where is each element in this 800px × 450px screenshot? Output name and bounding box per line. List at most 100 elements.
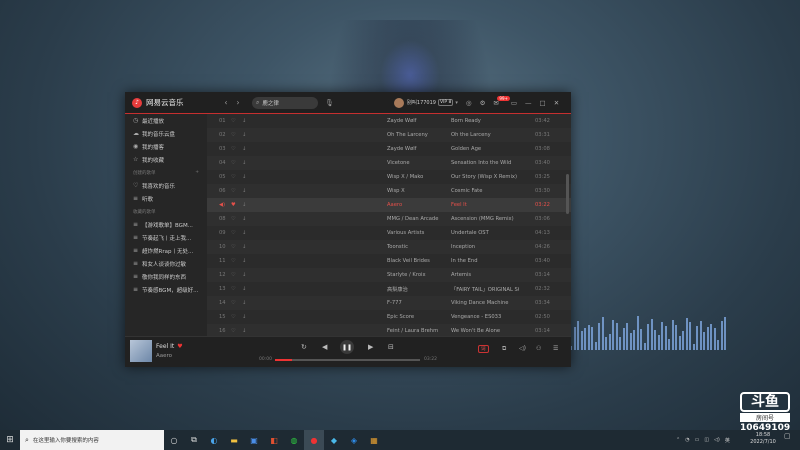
- track-album[interactable]: Artemis: [451, 272, 519, 278]
- back-button[interactable]: ‹: [220, 98, 232, 107]
- mail-icon[interactable]: ✉ 99+: [493, 95, 510, 107]
- edge-icon[interactable]: ◐: [204, 430, 224, 450]
- track-row[interactable]: 14♡↓Dance of The Violins 2SQF-777Viking …: [207, 296, 571, 310]
- track-album[interactable]: Undertale OST: [451, 230, 519, 236]
- track-album[interactable]: Vengeance - ES033: [451, 314, 519, 320]
- wechat-icon[interactable]: ◍: [284, 430, 304, 450]
- battery-icon[interactable]: ▭: [695, 437, 700, 443]
- track-album[interactable]: Born Ready: [451, 118, 519, 124]
- app-icon-teal[interactable]: ◈: [344, 430, 364, 450]
- track-row[interactable]: 10♡↓AspirationSQToonsticInception04:26: [207, 240, 571, 254]
- like-icon[interactable]: ♡: [231, 314, 236, 320]
- like-icon[interactable]: ♡: [231, 118, 236, 124]
- download-icon[interactable]: ↓: [242, 272, 246, 278]
- like-icon[interactable]: ♡: [231, 244, 236, 250]
- skin-icon[interactable]: ◎: [466, 99, 472, 107]
- download-icon[interactable]: ↓: [242, 230, 246, 236]
- like-icon[interactable]: ♡: [231, 328, 236, 334]
- like-icon[interactable]: ♥: [231, 202, 236, 208]
- cortana-icon[interactable]: ○: [164, 430, 184, 450]
- track-row[interactable]: 05 ♡ ↓ Our Story (Wisp X Remix)Wisp X / Mak…: [207, 170, 571, 184]
- track-artist[interactable]: Toonstic: [387, 244, 449, 250]
- track-album[interactable]: Ascension (MMG Remix): [451, 216, 519, 222]
- track-row[interactable]: 13♡↓FAIRY TAIL メインテーマSQ高梨康治「FAIRY TAIL」O…: [207, 282, 571, 296]
- like-icon[interactable]: ♡: [231, 258, 236, 264]
- track-artist[interactable]: Vicetone: [387, 160, 449, 166]
- sidebar-item[interactable]: ◷ 最近播放: [125, 114, 207, 127]
- like-icon[interactable]: ♡: [231, 300, 236, 306]
- track-row[interactable]: 04♡↓TrembleMVVicetoneSensation Into the …: [207, 156, 571, 170]
- maximize-icon[interactable]: □: [540, 99, 546, 107]
- user-name[interactable]: 别叫177019: [407, 99, 436, 106]
- chevron-down-icon[interactable]: ▾: [455, 100, 458, 106]
- download-icon[interactable]: ↓: [242, 202, 246, 208]
- close-icon[interactable]: ✕: [554, 99, 559, 107]
- listen-together-icon[interactable]: ⚇: [536, 345, 541, 352]
- download-icon[interactable]: ↓: [242, 286, 246, 292]
- like-icon[interactable]: ♡: [231, 146, 236, 152]
- album-cover[interactable]: [130, 340, 152, 362]
- netease-music-icon[interactable]: ●: [304, 430, 324, 450]
- track-album[interactable]: Our Story (Wisp X Remix): [451, 174, 519, 180]
- like-icon[interactable]: ♡: [231, 160, 236, 166]
- track-artist[interactable]: Zayde Wølf: [387, 146, 449, 152]
- track-artist[interactable]: Feint / Laura Brehm: [387, 328, 449, 334]
- download-icon[interactable]: ↓: [242, 174, 246, 180]
- previous-icon[interactable]: ◀: [322, 343, 327, 351]
- like-icon[interactable]: ♡: [231, 272, 236, 278]
- app-icon-blue[interactable]: ◆: [324, 430, 344, 450]
- track-artist[interactable]: Starlyte / Kroix: [387, 272, 449, 278]
- sidebar-item[interactable]: ≡ 超炸燃Rrap丨无处...: [125, 244, 207, 257]
- download-icon[interactable]: ↓: [242, 146, 246, 152]
- like-icon[interactable]: ♡: [231, 286, 236, 292]
- add-playlist-icon[interactable]: +: [195, 170, 199, 175]
- track-album[interactable]: Sensation Into the Wild: [451, 160, 519, 166]
- track-artist[interactable]: Wisp X / Mako: [387, 174, 449, 180]
- loop-icon[interactable]: ↻: [301, 343, 307, 351]
- app-icon-orange[interactable]: ▦: [364, 430, 384, 450]
- download-icon[interactable]: ↓: [242, 188, 246, 194]
- input-language[interactable]: 英: [725, 437, 730, 444]
- sound-effect-icon[interactable]: ⧉: [502, 345, 506, 353]
- voice-search-icon[interactable]: 🎙: [325, 99, 334, 107]
- download-icon[interactable]: ↓: [242, 300, 246, 306]
- download-icon[interactable]: ↓: [242, 216, 246, 222]
- avatar[interactable]: [393, 97, 404, 108]
- track-row[interactable]: 01♡↓HeroesSQZayde WølfBorn Ready03:42: [207, 114, 571, 128]
- track-artist[interactable]: MMG / Dean Arcade: [387, 216, 449, 222]
- sidebar-item[interactable]: ≡ 【游戏歌单】BGM...: [125, 218, 207, 231]
- sidebar-item[interactable]: ☁ 我的音乐云盘: [125, 127, 207, 140]
- sidebar-item[interactable]: ☆ 我的收藏: [125, 153, 207, 166]
- download-icon[interactable]: ↓: [242, 258, 246, 264]
- track-artist[interactable]: Epic Score: [387, 314, 449, 320]
- download-icon[interactable]: ↓: [242, 244, 246, 250]
- sidebar-item[interactable]: ♡ 我喜欢的音乐: [125, 179, 207, 192]
- search-input[interactable]: ⌕ 鹿之律: [252, 96, 318, 109]
- track-album[interactable]: Golden Age: [451, 146, 519, 152]
- track-row[interactable]: 15♡↓LiberatorsSQEpic ScoreVengeance - ES…: [207, 310, 571, 324]
- like-icon[interactable]: ♡: [231, 174, 236, 180]
- lyrics-button[interactable]: 词: [478, 345, 489, 353]
- sidebar-item[interactable]: ≡ 和女人谈谈你过敏: [125, 257, 207, 270]
- download-icon[interactable]: ↓: [242, 160, 246, 166]
- track-artist[interactable]: Various Artists: [387, 230, 449, 236]
- track-album[interactable]: In the End: [451, 258, 519, 264]
- track-row[interactable]: 09♡↓Megalovania Dual MixVarious ArtistsU…: [207, 226, 571, 240]
- next-icon[interactable]: ▶: [368, 343, 373, 351]
- sidebar-item[interactable]: ≡ 听歌: [125, 192, 207, 205]
- sidebar-item[interactable]: ≡ 敬你我同样的东西: [125, 270, 207, 283]
- network-icon[interactable]: ◫: [704, 437, 709, 443]
- volume-icon[interactable]: ◁): [519, 345, 526, 352]
- store-icon[interactable]: ▣: [244, 430, 264, 450]
- volume-tray-icon[interactable]: ◁): [714, 437, 720, 443]
- track-album[interactable]: 「FAIRY TAIL」ORIGINAL SO...: [451, 286, 519, 293]
- scrollbar[interactable]: [566, 174, 569, 214]
- track-album[interactable]: Cosmic Fate: [451, 188, 519, 194]
- track-artist[interactable]: Aaero: [387, 202, 449, 208]
- fm-icon[interactable]: ⊟: [388, 343, 394, 351]
- minimize-icon[interactable]: —: [525, 99, 532, 107]
- track-row[interactable]: 12♡↓ArtemisSQStarlyte / KroixArtemis03:1…: [207, 268, 571, 282]
- track-artist[interactable]: 高梨康治: [387, 286, 449, 293]
- track-album[interactable]: Viking Dance Machine: [451, 300, 519, 306]
- forward-button[interactable]: ›: [232, 98, 244, 107]
